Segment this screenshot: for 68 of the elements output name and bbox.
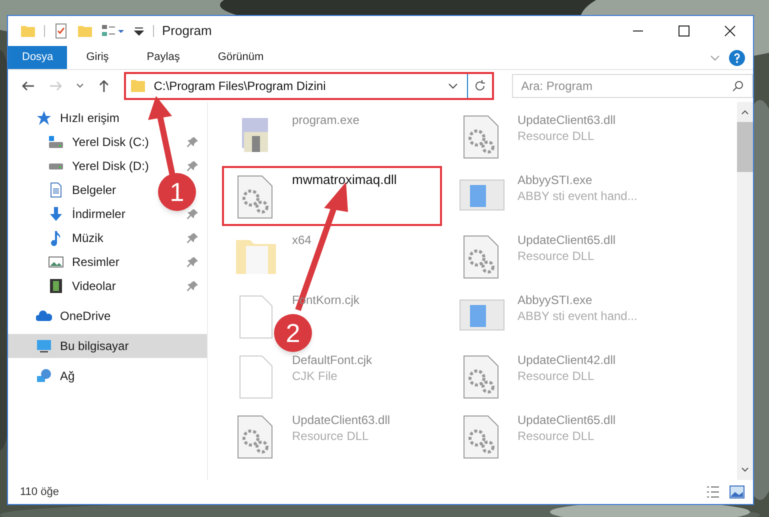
- sidebar-item[interactable]: Ağ: [8, 364, 79, 388]
- sidebar-item[interactable]: Müzik: [8, 226, 108, 250]
- search-icon: [732, 80, 744, 92]
- sidebar-item[interactable]: OneDrive: [8, 304, 115, 328]
- pin-icon[interactable]: [187, 160, 199, 172]
- sidebar-item[interactable]: Hızlı erişim: [8, 106, 124, 130]
- close-icon: [724, 25, 736, 37]
- download-arrow-icon: [48, 206, 64, 222]
- pin-icon[interactable]: [187, 232, 199, 244]
- pin-icon[interactable]: [187, 136, 199, 148]
- file-name[interactable]: program.exe: [292, 112, 360, 128]
- ribbon-tab[interactable]: Paylaş: [128, 46, 199, 69]
- ribbon-tab[interactable]: Görünüm: [198, 46, 283, 69]
- pin-icon[interactable]: [187, 280, 199, 292]
- address-bar[interactable]: C:\Program Files\Program Dizini: [124, 72, 494, 100]
- sidebar-item[interactable]: Belgeler: [8, 178, 120, 202]
- maximize-icon: [678, 25, 690, 37]
- sidebar-item[interactable]: Bu bilgisayar: [8, 334, 207, 358]
- ribbon-tab[interactable]: Dosya: [8, 46, 68, 69]
- file-name[interactable]: UpdateClient63.dll: [292, 412, 390, 428]
- file-type: ABBY sti event hand...: [518, 308, 638, 324]
- picture-icon: [48, 254, 64, 270]
- file-item[interactable]: mwmatroximaq.dll: [222, 166, 442, 226]
- file-type: ABBY sti event hand...: [518, 188, 638, 204]
- chevron-icon[interactable]: [76, 82, 84, 90]
- scrollbar[interactable]: [737, 102, 753, 480]
- folder-icon: [130, 78, 146, 94]
- view-options-icon[interactable]: [101, 23, 125, 39]
- file-name[interactable]: UpdateClient42.dll: [518, 352, 616, 368]
- sidebar-item[interactable]: İndirmeler: [8, 202, 130, 226]
- sidebar-item[interactable]: Yerel Disk (D:): [8, 154, 153, 178]
- document-icon: [48, 182, 64, 198]
- monitor-icon: [36, 338, 52, 354]
- help-icon[interactable]: [729, 50, 745, 66]
- address-path: C:\Program Files\Program Dizini: [154, 78, 326, 95]
- search-placeholder: Ara: Program: [521, 78, 592, 95]
- file-name[interactable]: UpdateClient65.dll: [518, 412, 616, 428]
- network-globe-icon: [36, 368, 52, 384]
- file-name[interactable]: x64: [292, 232, 312, 248]
- cloud-icon: [36, 308, 52, 324]
- drive-icon: [48, 162, 64, 170]
- file-type: Resource DLL: [518, 248, 596, 264]
- file-name[interactable]: AbbyySTI.exe: [518, 172, 638, 188]
- film-icon: [48, 278, 64, 294]
- pin-icon[interactable]: [187, 208, 199, 220]
- file-type: CJK File: [292, 368, 338, 384]
- pin-icon[interactable]: [187, 256, 199, 268]
- properties-icon[interactable]: [53, 23, 69, 39]
- details-view-icon[interactable]: [705, 484, 721, 500]
- sidebar-item[interactable]: Resimler: [8, 250, 124, 274]
- item-count: 110 öğe: [20, 484, 59, 500]
- file-name[interactable]: AbbyySTI.exe: [518, 292, 638, 308]
- file-name[interactable]: UpdateClient65.dll: [518, 232, 616, 248]
- sidebar-item[interactable]: Yerel Disk (C:): [8, 130, 153, 154]
- file-name[interactable]: DefaultFont.cjk: [292, 352, 372, 368]
- file-name[interactable]: UpdateClient63.dll: [518, 112, 616, 128]
- window-title: Program: [162, 22, 212, 40]
- ribbon-tab[interactable]: Giriş: [67, 46, 128, 69]
- drive-icon: [48, 134, 64, 150]
- file-name: mwmatroximaq.dll: [292, 172, 397, 188]
- thumbnail-view-icon[interactable]: [729, 484, 745, 500]
- file-type: Resource DLL: [292, 428, 370, 444]
- star-icon: [36, 110, 52, 126]
- file-type: Resource DLL: [518, 128, 596, 144]
- file-type: Resource DLL: [518, 428, 596, 444]
- scrollbar-thumb[interactable]: [737, 122, 753, 172]
- file-type: Resource DLL: [518, 368, 596, 384]
- sidebar-item[interactable]: Videolar: [8, 274, 120, 298]
